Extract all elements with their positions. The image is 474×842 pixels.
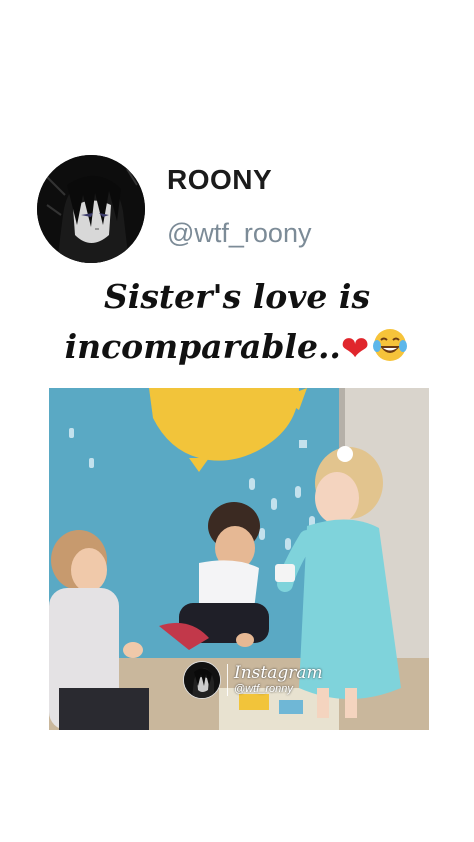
watermark-avatar <box>183 661 221 699</box>
display-name[interactable]: ROONY <box>167 164 272 196</box>
watermark-brand: Instagram <box>234 663 323 683</box>
watermark-divider <box>227 664 228 696</box>
anime-avatar-image <box>37 155 145 263</box>
user-handle[interactable]: @wtf_roony <box>167 218 311 249</box>
video-player[interactable]: Instagram @wtf_ronny <box>49 388 429 730</box>
watermark-text: Instagram @wtf_ronny <box>234 665 323 695</box>
red-heart-icon: ❤ <box>340 329 370 369</box>
avatar[interactable] <box>37 155 145 263</box>
caption-line-1: Sister's love is <box>103 277 371 316</box>
caption-line-2: incomparable..❤ <box>0 322 474 374</box>
post-caption: Sister's love is incomparable..❤ <box>0 272 474 374</box>
post-card: ROONY @wtf_roony Sister's love is incomp… <box>0 0 474 842</box>
watermark-handle: @wtf_ronny <box>234 683 293 695</box>
tears-of-joy-icon <box>373 329 408 361</box>
caption-line-2-text: incomparable.. <box>64 327 341 366</box>
instagram-watermark: Instagram @wtf_ronny <box>183 660 323 700</box>
